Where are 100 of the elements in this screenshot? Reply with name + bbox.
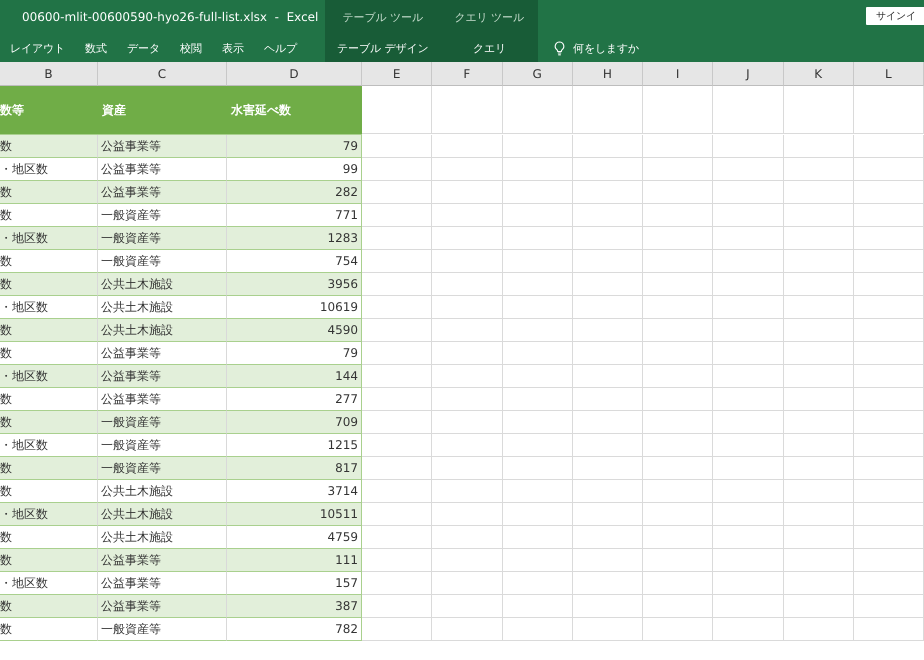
empty-cell [713,411,784,434]
ribbon-tab[interactable]: データ [117,35,170,61]
empty-cell [643,526,714,549]
table-cell: 一般資産等 [98,411,227,434]
empty-cell [713,388,784,411]
column-header[interactable]: H [572,62,643,86]
empty-cell [643,549,714,572]
table-header-cell: 資産 [98,86,227,135]
empty-cell [713,135,784,158]
empty-cell [432,204,502,227]
empty-cell [784,342,854,365]
empty-cell [784,572,854,595]
table-cell: 公共土木施設 [98,503,227,526]
empty-cell [502,549,573,572]
empty-cell [854,342,924,365]
empty-cell [643,480,714,503]
empty-cell [854,158,924,181]
empty-cell [713,204,784,227]
empty-cell [362,342,432,365]
tell-me-field[interactable]: 何をしますか [552,38,641,58]
empty-cell [784,618,854,641]
ribbon-tab[interactable]: レイアウト [0,35,75,61]
empty-cell [854,86,924,134]
table-cell: ・地区数 [0,227,98,250]
empty-cell [432,411,502,434]
empty-cell [432,342,502,365]
empty-cell [643,365,714,388]
empty-cell [432,457,502,480]
table-cell: 一般資産等 [98,227,227,250]
table-cell: 数 [0,618,98,641]
ribbon-tab[interactable]: テーブル デザイン [327,35,438,61]
empty-cell [572,273,643,296]
ribbon-tab[interactable]: ヘルプ [254,35,307,61]
empty-cell [854,572,924,595]
empty-cell [713,227,784,250]
column-header[interactable]: C [98,62,227,86]
empty-cell [502,86,573,134]
empty-cell [854,135,924,158]
empty-cell [362,572,432,595]
empty-cell [643,595,714,618]
column-header[interactable]: I [643,62,714,86]
empty-cell [784,457,854,480]
empty-cell [784,480,854,503]
empty-cell [713,434,784,457]
ribbon-tab[interactable]: 表示 [212,35,254,61]
column-header[interactable]: L [854,62,924,86]
table-cell: 数 [0,411,98,434]
empty-cell [643,135,714,158]
empty-cell [854,549,924,572]
empty-cell [713,503,784,526]
empty-cell [432,365,502,388]
empty-cell [784,319,854,342]
empty-cell [572,503,643,526]
table-cell: 公益事業等 [98,181,227,204]
table-cell: 数 [0,595,98,618]
empty-cell [432,250,502,273]
table-cell: 数 [0,319,98,342]
empty-cell [713,273,784,296]
empty-cell [502,388,573,411]
empty-cell [572,204,643,227]
empty-cell [713,618,784,641]
empty-cell [362,388,432,411]
empty-cell [784,158,854,181]
empty-cell [713,480,784,503]
empty-cell [572,319,643,342]
empty-cell [713,595,784,618]
table-cell: 709 [227,411,362,434]
column-header[interactable]: J [713,62,784,86]
sign-in-button[interactable]: サインイ [866,7,924,25]
column-header[interactable]: B [0,62,98,86]
empty-cell [572,595,643,618]
empty-cell [713,572,784,595]
empty-cell [572,526,643,549]
empty-cell [572,365,643,388]
empty-cell [713,526,784,549]
column-header[interactable]: F [432,62,502,86]
empty-cell [784,526,854,549]
table-cell: 817 [227,457,362,480]
table-cell: 公共土木施設 [98,273,227,296]
column-header[interactable]: G [502,62,573,86]
empty-cell [362,526,432,549]
ribbon-tab[interactable]: 校閲 [170,35,212,61]
empty-cell [854,411,924,434]
column-header[interactable]: K [784,62,854,86]
empty-cell [713,319,784,342]
empty-cell [643,319,714,342]
empty-cell [502,595,573,618]
empty-cell [432,595,502,618]
empty-cell [362,158,432,181]
ribbon-tab[interactable]: 数式 [75,35,117,61]
table-cell: 公益事業等 [98,549,227,572]
empty-cell [572,181,643,204]
column-header[interactable]: E [362,62,432,86]
empty-cell [713,296,784,319]
column-header[interactable]: D [227,62,362,86]
empty-cell [572,549,643,572]
empty-cell [432,480,502,503]
table-cell: 3956 [227,273,362,296]
empty-cell [713,549,784,572]
empty-cell [643,204,714,227]
